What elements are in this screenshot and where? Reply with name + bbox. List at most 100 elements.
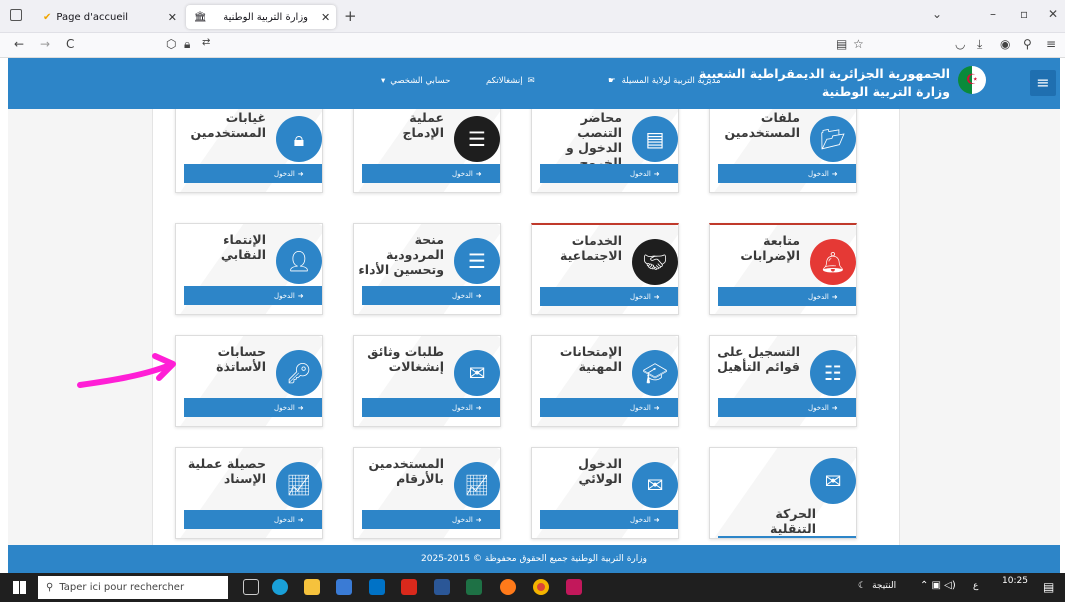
service-card: ✉ الدخول الولائي الدخول ➜ (531, 447, 679, 539)
enter-button[interactable]: الدخول ➜ (718, 164, 856, 183)
enter-button[interactable]: الدخول ➜ (184, 398, 322, 417)
envelope-icon: ✉ (527, 76, 535, 86)
enter-button[interactable]: الدخول ➜ (718, 536, 856, 538)
enter-button-label: الدخول (808, 403, 829, 412)
restore-icon[interactable]: ▫ (1020, 7, 1028, 21)
service-card: 📂︎ ملفات المستخدمين الدخول ➜ (709, 109, 857, 193)
enter-button[interactable]: الدخول ➜ (362, 164, 500, 183)
store-icon[interactable] (336, 579, 352, 595)
login-arrow-icon: ➜ (475, 291, 482, 300)
notification-icon[interactable]: ▤ (1043, 580, 1054, 594)
paint-icon[interactable] (566, 579, 582, 595)
account-icon[interactable]: ◉ (1000, 37, 1010, 51)
login-arrow-icon: ➜ (653, 292, 660, 301)
language-indicator[interactable]: ع (973, 581, 978, 591)
enter-button[interactable]: الدخول ➜ (184, 510, 322, 529)
service-card: ▤ محاضر التنصب الدخول و الخروج الدخول ➜ (531, 109, 679, 193)
app-header: ≡ ☪ الجمهورية الجزائرية الديمقراطية الشع… (8, 58, 1060, 109)
file-explorer-icon[interactable] (304, 579, 320, 595)
enter-button[interactable]: الدخول ➜ (540, 164, 678, 183)
enter-button-label: الدخول (630, 403, 651, 412)
login-arrow-icon: ➜ (297, 291, 304, 300)
enter-button[interactable]: الدخول ➜ (718, 287, 856, 306)
reader-view-icon[interactable]: ▤ (836, 37, 847, 51)
card-title: المستخدمين بالأرقام (368, 456, 444, 486)
windows-start-icon[interactable] (13, 581, 26, 594)
enter-button[interactable]: الدخول ➜ (540, 287, 678, 306)
folder-icon: 📂︎ (810, 116, 856, 162)
enter-button-label: الدخول (274, 403, 295, 412)
document-icon: ▤ (632, 116, 678, 162)
account-label: حسابي الشخصي (390, 76, 451, 86)
caret-down-icon: ▾ (381, 76, 386, 86)
service-card: ☰ عملية الإدماج الدخول ➜ (353, 109, 501, 193)
tab-overflow-chevron-icon[interactable]: ⌄ (932, 7, 942, 21)
card-title: منحة المردودية وتحسين الأداء (358, 232, 444, 277)
minimize-icon[interactable]: – (990, 7, 996, 21)
acrobat-icon[interactable] (401, 579, 417, 595)
enter-button[interactable]: الدخول ➜ (362, 286, 500, 305)
pointer-icon: ☛ (608, 76, 616, 86)
enter-button-label: الدخول (274, 169, 295, 178)
directorate-link[interactable]: مديرية التربية لولاية المسيلة ☛ (608, 76, 721, 86)
account-dropdown[interactable]: حسابي الشخصي ▾ (381, 76, 450, 86)
enter-button-label: الدخول (630, 515, 651, 524)
close-tab-icon[interactable]: ✕ (168, 11, 177, 24)
enter-button[interactable]: الدخول ➜ (184, 286, 322, 305)
new-tab-button[interactable]: + (344, 7, 357, 25)
list-icon: ☷ (810, 350, 856, 396)
edge-icon[interactable] (272, 579, 288, 595)
chart-icon: 📈︎ (454, 462, 500, 508)
forward-icon[interactable]: → (40, 37, 50, 51)
concerns-label: إنشغالاتكم (486, 76, 523, 86)
weather-label: النتيجة (872, 581, 897, 591)
outlook-icon[interactable] (369, 579, 385, 595)
card-title: حسابات الأساتذة (216, 344, 266, 374)
excel-icon[interactable] (466, 579, 482, 595)
enter-button[interactable]: الدخول ➜ (718, 398, 856, 417)
back-icon[interactable]: ← (14, 37, 24, 51)
pocket-icon[interactable]: ◡ (955, 37, 965, 51)
firefox-icon[interactable] (500, 579, 516, 595)
envelope-icon: ✉ (454, 350, 500, 396)
task-view-icon[interactable] (243, 579, 259, 595)
chart-icon: 📈︎ (276, 462, 322, 508)
card-title: الخدمات الاجتماعية (560, 233, 622, 263)
enter-button-label: الدخول (452, 515, 473, 524)
close-window-icon[interactable]: ✕ (1048, 7, 1058, 21)
word-icon[interactable] (434, 579, 450, 595)
lock-icon[interactable]: 🔒︎ (184, 37, 190, 52)
enter-button[interactable]: الدخول ➜ (184, 164, 322, 183)
reload-icon[interactable]: C (66, 37, 74, 51)
enter-button[interactable]: الدخول ➜ (540, 398, 678, 417)
permissions-icon[interactable]: ⇄ (202, 37, 210, 48)
download-icon[interactable]: ⤓ (977, 37, 982, 52)
key-icon: 🔑︎ (276, 350, 322, 396)
shield-icon[interactable]: ⬡ (166, 37, 176, 51)
enter-button[interactable]: الدخول ➜ (540, 510, 678, 529)
clock[interactable]: 10:25 (1002, 576, 1028, 586)
hamburger-menu-button[interactable]: ≡ (1030, 70, 1056, 96)
enter-button[interactable]: الدخول ➜ (362, 398, 500, 417)
envelope-icon: ✉ (632, 462, 678, 508)
browser-nav-bar: ← → C ⬡ 🔒︎ ⇄ ▤ ☆ ◡ ⤓ ◉ ⚲ ≡ (0, 33, 1065, 58)
login-arrow-icon: ➜ (831, 169, 838, 178)
enter-button-label: الدخول (630, 292, 651, 301)
menu-icon[interactable]: ≡ (1046, 37, 1056, 51)
card-title: التسجيل على قوائم التأهيل (717, 344, 800, 374)
tab-list-icon[interactable] (10, 9, 22, 21)
chrome-icon[interactable] (533, 579, 549, 595)
tray-icons[interactable]: ⌃ ▣ ◁) (920, 580, 956, 591)
close-tab-icon[interactable]: ✕ (321, 11, 330, 24)
login-arrow-icon: ➜ (297, 169, 304, 178)
enter-button[interactable]: الدخول ➜ (362, 510, 500, 529)
service-card: 📈︎ حصيلة عملية الإسناد الدخول ➜ (175, 447, 323, 539)
enter-button-label: الدخول (808, 169, 829, 178)
taskbar-search[interactable]: ⚲ Taper ici pour rechercher (38, 576, 228, 599)
tab-ministry[interactable]: 🏛 ✕ وزارة التربية الوطنية (186, 5, 336, 29)
tab-accueil[interactable]: ✔ Page d'accueil ✕ (35, 5, 185, 29)
concerns-link[interactable]: ✉ إنشغالاتكم (486, 76, 535, 86)
bookmark-star-icon[interactable]: ☆ (853, 37, 864, 51)
extensions-icon[interactable]: ⚲ (1023, 37, 1032, 51)
weather-widget[interactable]: ☾ النتيجة (858, 581, 896, 591)
